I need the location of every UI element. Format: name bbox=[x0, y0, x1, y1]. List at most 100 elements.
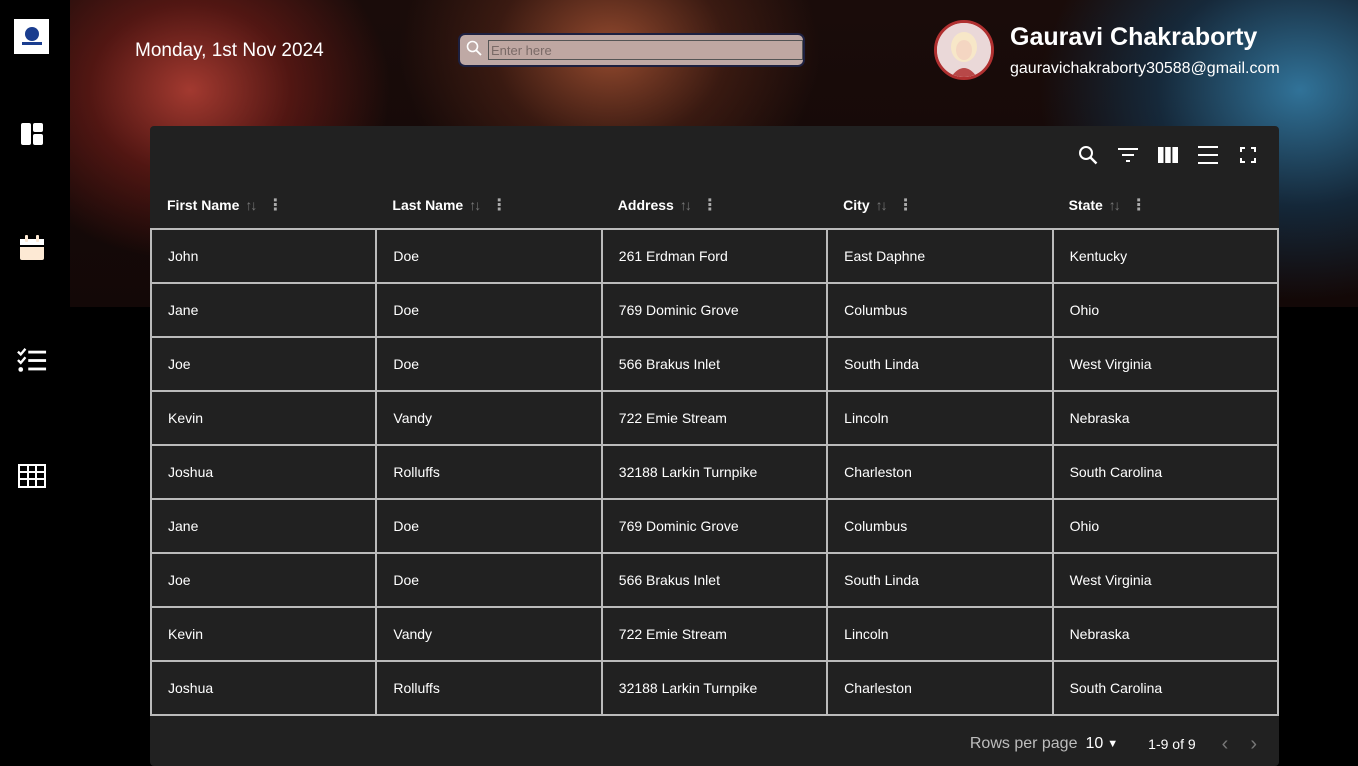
table-cell: Columbus bbox=[826, 498, 1054, 554]
sort-icon[interactable]: ↑↓ bbox=[876, 197, 888, 213]
table-cell: Kentucky bbox=[1051, 228, 1280, 284]
column-menu-icon[interactable]: ⋮ bbox=[1131, 195, 1147, 215]
column-menu-icon[interactable]: ⋮ bbox=[702, 195, 718, 215]
table-cell: Doe bbox=[375, 336, 603, 392]
table-cell: 722 Emie Stream bbox=[600, 390, 829, 446]
table-cell: South Carolina bbox=[1051, 660, 1280, 716]
column-menu-icon[interactable]: ⋮ bbox=[898, 195, 914, 215]
table-cell: Lincoln bbox=[826, 606, 1054, 662]
rows-per-page-label: Rows per page bbox=[969, 735, 1078, 752]
pagination: Rows per page 10 ▼ 1-9 of 9 ‹ › bbox=[150, 726, 1279, 762]
table-cell: South Carolina bbox=[1051, 444, 1280, 500]
table-cell: 32188 Larkin Turnpike bbox=[600, 444, 829, 500]
table-cell: West Virginia bbox=[1051, 552, 1280, 608]
table-cell: Doe bbox=[375, 552, 603, 608]
rows-per-page-value: 10 bbox=[1085, 735, 1104, 752]
search-input[interactable] bbox=[488, 40, 803, 60]
table-cell: Nebraska bbox=[1051, 606, 1280, 662]
pagination-range: 1-9 of 9 bbox=[1148, 736, 1196, 752]
sort-icon[interactable]: ↑↓ bbox=[469, 197, 481, 213]
density-icon[interactable] bbox=[1195, 142, 1221, 168]
dashboard-icon[interactable] bbox=[17, 119, 47, 149]
app-logo[interactable] bbox=[14, 19, 49, 54]
column-header[interactable]: Address ↑↓ ⋮ bbox=[602, 182, 827, 229]
column-header-label: First Name bbox=[167, 197, 240, 213]
table-cell: 566 Brakus Inlet bbox=[600, 552, 829, 608]
users-table: First Name ↑↓ ⋮ Last Name ↑↓ ⋮ Address ↑↓ ⋮ City ↑… bbox=[149, 182, 1280, 716]
table-cell: Joshua bbox=[149, 660, 378, 716]
table-cell: Vandy bbox=[375, 606, 603, 662]
checklist-icon[interactable] bbox=[17, 346, 47, 376]
table-row[interactable]: Kevin Vandy 722 Emie Stream Lincoln Nebraska bbox=[149, 606, 1280, 662]
table-cell: Rolluffs bbox=[375, 444, 603, 500]
table-row[interactable]: Joshua Rolluffs 32188 Larkin Turnpike Charl… bbox=[149, 444, 1280, 500]
user-avatar[interactable] bbox=[934, 20, 994, 80]
table-row[interactable]: Kevin Vandy 722 Emie Stream Lincoln Nebraska bbox=[149, 390, 1280, 446]
table-cell: Jane bbox=[149, 282, 378, 338]
user-email: gauravichakraborty30588@gmail.com bbox=[1010, 60, 1280, 77]
table-cell: 32188 Larkin Turnpike bbox=[600, 660, 829, 716]
column-header-label: State bbox=[1068, 197, 1103, 213]
table-cell: 566 Brakus Inlet bbox=[600, 336, 829, 392]
table-row[interactable]: John Doe 261 Erdman Ford East Daphne Kentuck… bbox=[149, 228, 1280, 284]
search-icon[interactable] bbox=[1075, 142, 1101, 168]
table-cell: Kevin bbox=[149, 606, 378, 662]
table-cell: Rolluffs bbox=[375, 660, 603, 716]
table-row[interactable]: Joe Doe 566 Brakus Inlet South Linda West Vi… bbox=[149, 336, 1280, 392]
column-header[interactable]: City ↑↓ ⋮ bbox=[827, 182, 1052, 229]
table-row[interactable]: Jane Doe 769 Dominic Grove Columbus Ohio bbox=[149, 282, 1280, 338]
table-cell: Joshua bbox=[149, 444, 378, 500]
table-cell: Charleston bbox=[826, 660, 1054, 716]
sort-icon[interactable]: ↑↓ bbox=[680, 197, 692, 213]
table-row[interactable]: Joshua Rolluffs 32188 Larkin Turnpike Charl… bbox=[149, 660, 1280, 716]
columns-icon[interactable] bbox=[1155, 142, 1181, 168]
table-cell: Charleston bbox=[826, 444, 1054, 500]
caret-down-icon: ▼ bbox=[1107, 738, 1119, 750]
column-header-label: City bbox=[843, 197, 870, 213]
column-menu-icon[interactable]: ⋮ bbox=[491, 195, 507, 215]
sidebar bbox=[0, 0, 70, 755]
table-cell: Doe bbox=[375, 228, 603, 284]
table-cell: 769 Dominic Grove bbox=[600, 498, 829, 554]
column-menu-icon[interactable]: ⋮ bbox=[267, 195, 283, 215]
table-body: John Doe 261 Erdman Ford East Daphne Kentuck… bbox=[149, 228, 1280, 716]
sort-icon[interactable]: ↑↓ bbox=[245, 197, 257, 213]
table-cell: John bbox=[149, 228, 378, 284]
table-cell: Jane bbox=[149, 498, 378, 554]
table-cell: Ohio bbox=[1051, 498, 1280, 554]
table-cell: 261 Erdman Ford bbox=[600, 228, 829, 284]
column-header[interactable]: First Name ↑↓ ⋮ bbox=[151, 182, 376, 229]
filter-icon[interactable] bbox=[1115, 142, 1141, 168]
user-name: Gauravi Chakraborty bbox=[1010, 23, 1258, 51]
current-date: Monday, 1st Nov 2024 bbox=[135, 40, 324, 61]
table-cell: South Linda bbox=[826, 336, 1054, 392]
table-icon[interactable] bbox=[17, 461, 47, 491]
table-cell: Doe bbox=[375, 282, 603, 338]
table-cell: Doe bbox=[375, 498, 603, 554]
table-toolbar bbox=[1075, 142, 1261, 168]
table-header-row: First Name ↑↓ ⋮ Last Name ↑↓ ⋮ Address ↑↓ ⋮ City ↑… bbox=[151, 182, 1278, 229]
column-header[interactable]: Last Name ↑↓ ⋮ bbox=[376, 182, 601, 229]
column-header-label: Address bbox=[617, 197, 674, 213]
search-bar[interactable] bbox=[458, 33, 805, 67]
sort-icon[interactable]: ↑↓ bbox=[1109, 197, 1121, 213]
table-row[interactable]: Jane Doe 769 Dominic Grove Columbus Ohio bbox=[149, 498, 1280, 554]
next-page-icon[interactable]: › bbox=[1250, 733, 1257, 756]
table-cell: 722 Emie Stream bbox=[600, 606, 829, 662]
column-header[interactable]: State ↑↓ ⋮ bbox=[1053, 182, 1278, 229]
table-row[interactable]: Joe Doe 566 Brakus Inlet South Linda West Vi… bbox=[149, 552, 1280, 608]
table-cell: Vandy bbox=[375, 390, 603, 446]
calendar-icon[interactable] bbox=[17, 233, 47, 263]
rows-per-page-select[interactable]: 10 ▼ bbox=[1085, 735, 1118, 753]
table-cell: South Linda bbox=[826, 552, 1054, 608]
table-cell: West Virginia bbox=[1051, 336, 1280, 392]
fullscreen-icon[interactable] bbox=[1235, 142, 1261, 168]
table-cell: Joe bbox=[149, 336, 378, 392]
column-header-label: Last Name bbox=[392, 197, 464, 213]
previous-page-icon[interactable]: ‹ bbox=[1222, 733, 1229, 756]
data-table-panel: First Name ↑↓ ⋮ Last Name ↑↓ ⋮ Address ↑↓ ⋮ City ↑… bbox=[149, 126, 1280, 766]
search-icon bbox=[466, 40, 482, 61]
table-cell: Nebraska bbox=[1051, 390, 1280, 446]
table-cell: Lincoln bbox=[826, 390, 1054, 446]
table-cell: Kevin bbox=[149, 390, 378, 446]
